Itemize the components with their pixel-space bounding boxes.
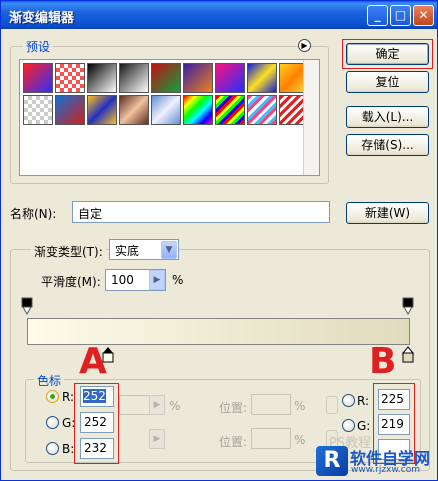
highlight-box-a bbox=[74, 383, 119, 464]
maximize-button[interactable]: □ bbox=[390, 5, 411, 26]
reset-button[interactable]: 复位 bbox=[346, 71, 429, 93]
location-percent-1: % bbox=[294, 399, 306, 413]
presets-scrollbar[interactable] bbox=[303, 60, 319, 175]
ok-button[interactable]: 确定 bbox=[346, 43, 429, 65]
location-percent-2: % bbox=[294, 433, 306, 447]
new-button[interactable]: 新建(W) bbox=[346, 202, 429, 224]
window-title: 渐变编辑器 bbox=[9, 11, 75, 26]
preset-swatch[interactable] bbox=[87, 63, 117, 93]
preset-menu-icon[interactable]: ▶ bbox=[298, 39, 311, 52]
preset-swatch[interactable] bbox=[55, 95, 85, 125]
opacity-stop-left[interactable] bbox=[21, 297, 33, 315]
g-label-right: G: bbox=[357, 419, 371, 433]
r-radio-right[interactable] bbox=[342, 394, 355, 407]
g-radio-left[interactable] bbox=[46, 416, 59, 429]
preset-swatch[interactable] bbox=[183, 63, 213, 93]
smoothness-percent: % bbox=[172, 273, 184, 287]
opacity-arrow-icon: ▶ bbox=[149, 395, 165, 415]
gradient-type-value: 实底 bbox=[115, 244, 140, 258]
preset-swatch[interactable] bbox=[23, 63, 53, 93]
preset-swatch[interactable] bbox=[215, 95, 245, 125]
r-label-left: R: bbox=[62, 390, 75, 404]
presets-legend: 预设 bbox=[23, 38, 54, 55]
smoothness-label: 平滑度(M): bbox=[41, 275, 101, 289]
location-label-2: 位置: bbox=[219, 435, 248, 449]
gradient-editor-window: 渐变编辑器 _ □ ✕ 预设 ▶ 确定 复位 载入(L)... 存储(S)...… bbox=[0, 0, 438, 481]
opacity-stop-right[interactable] bbox=[402, 297, 414, 315]
preset-swatch[interactable] bbox=[87, 95, 117, 125]
opacity-percent: % bbox=[169, 399, 181, 413]
smoothness-arrow-icon[interactable]: ▶ bbox=[149, 270, 165, 290]
preset-swatch[interactable] bbox=[151, 63, 181, 93]
location-label-1: 位置: bbox=[219, 401, 248, 415]
color-stops-legend: 色标 bbox=[34, 372, 65, 389]
preset-swatch[interactable] bbox=[151, 95, 181, 125]
minimize-button[interactable]: _ bbox=[367, 5, 388, 26]
save-button[interactable]: 存储(S)... bbox=[346, 134, 429, 156]
b-radio-left[interactable] bbox=[46, 442, 59, 455]
location-input-2 bbox=[251, 428, 291, 449]
gradient-type-label: 渐变类型(T): bbox=[31, 243, 106, 260]
preset-swatch[interactable] bbox=[247, 95, 277, 125]
annotation-letter-a: A bbox=[79, 341, 107, 382]
color-arrow-icon: ▶ bbox=[149, 429, 165, 449]
preset-swatch[interactable] bbox=[119, 95, 149, 125]
preset-swatch[interactable] bbox=[183, 95, 213, 125]
g-radio-right[interactable] bbox=[342, 419, 355, 432]
preset-swatch[interactable] bbox=[55, 63, 85, 93]
close-button[interactable]: ✕ bbox=[413, 5, 434, 26]
preset-swatch[interactable] bbox=[119, 63, 149, 93]
name-label: 名称(N): bbox=[10, 207, 57, 221]
watermark-url: www.rjzxw.com bbox=[351, 465, 420, 475]
presets-list[interactable] bbox=[19, 59, 320, 176]
preset-swatch[interactable] bbox=[215, 63, 245, 93]
preset-swatch[interactable] bbox=[247, 63, 277, 93]
name-input[interactable]: 自定 bbox=[72, 201, 330, 223]
delete-stop-button bbox=[326, 396, 338, 414]
b-label-left: B: bbox=[62, 442, 75, 456]
annotation-letter-b: B bbox=[369, 341, 397, 382]
logo-icon: R bbox=[316, 446, 348, 476]
color-stop-right[interactable] bbox=[402, 346, 414, 363]
location-input-1 bbox=[251, 394, 291, 415]
r-label-right: R: bbox=[357, 394, 370, 408]
r-radio-left[interactable] bbox=[46, 390, 59, 403]
load-button[interactable]: 载入(L)... bbox=[346, 106, 429, 128]
preset-swatch[interactable] bbox=[23, 95, 53, 125]
title-bar[interactable]: 渐变编辑器 _ □ ✕ bbox=[1, 1, 437, 29]
chevron-down-icon[interactable]: ▼ bbox=[161, 241, 177, 259]
